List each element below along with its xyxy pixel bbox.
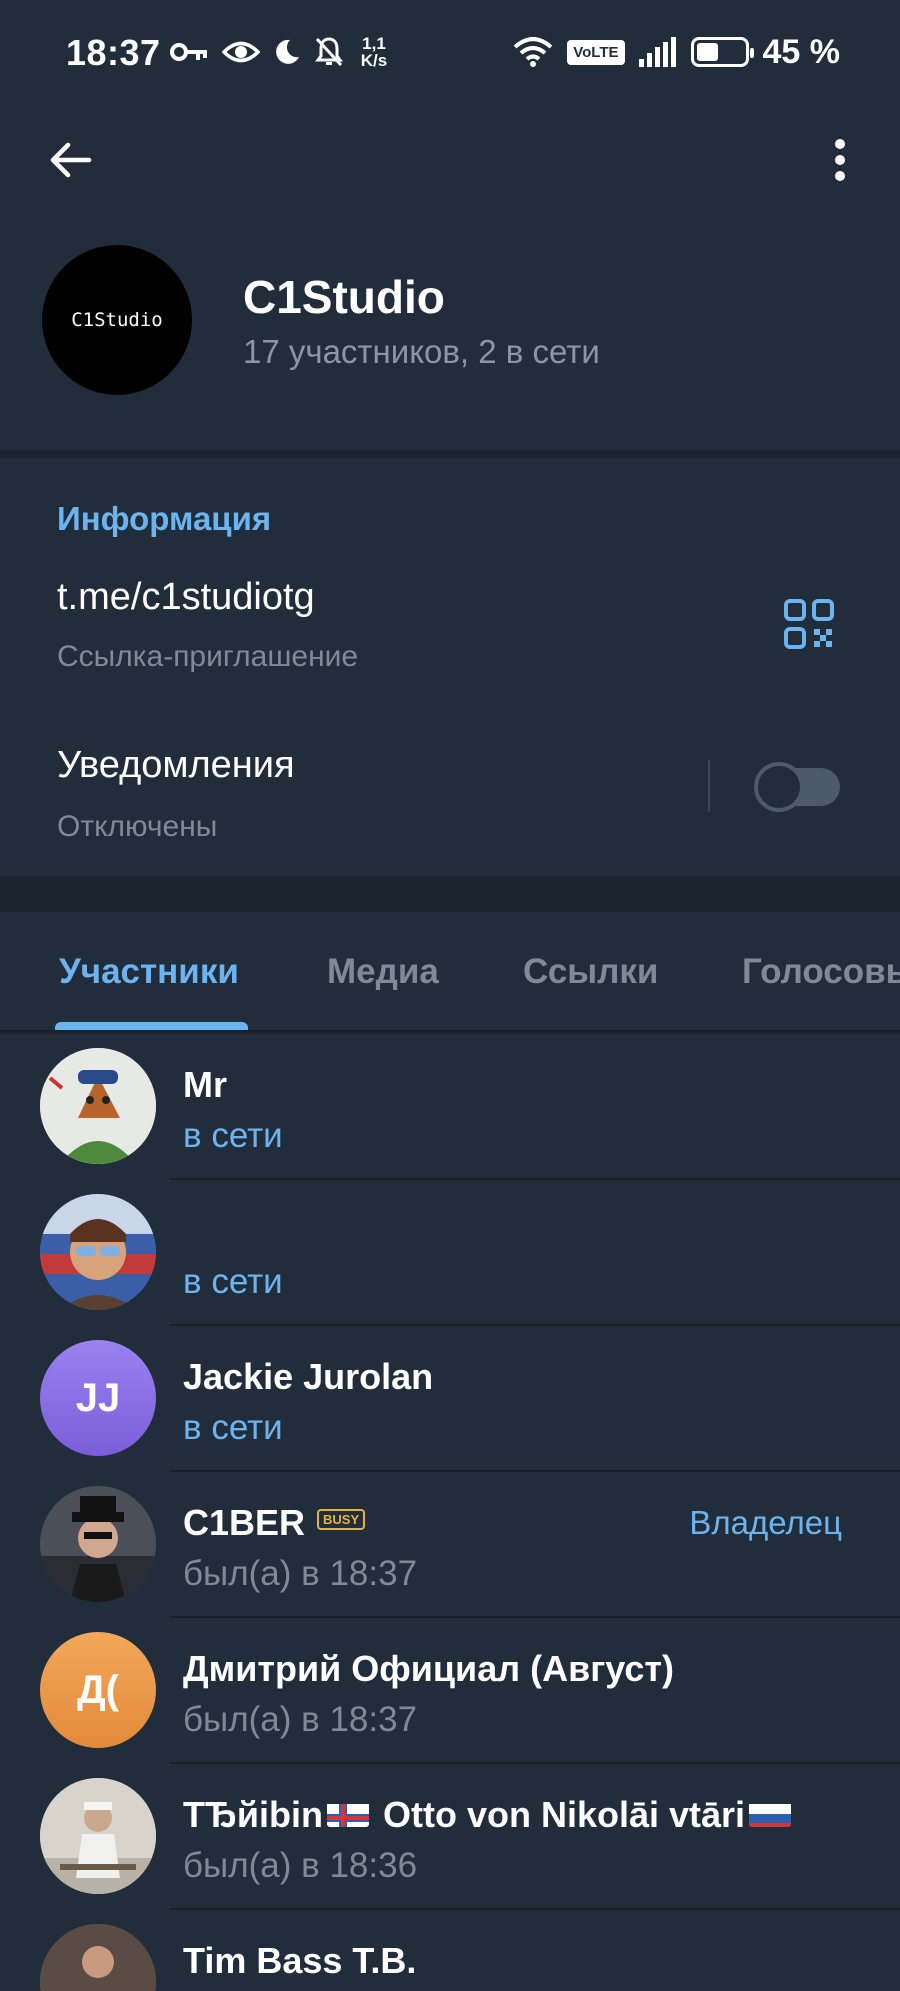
- member-name-part1: TЂйibin: [183, 1794, 323, 1835]
- speed-value: 1,1: [362, 34, 386, 53]
- wifi-icon: [513, 37, 553, 67]
- tab-media[interactable]: Медиа: [327, 952, 439, 992]
- status-bar: 18:37 1,1 K/s VoLTE 45 %: [0, 0, 900, 100]
- avatar: JJ: [40, 1340, 156, 1456]
- member-status: в сети: [183, 1408, 283, 1447]
- qr-code-icon: [784, 599, 834, 649]
- member-name-text: C1BER: [183, 1502, 306, 1543]
- divider: [708, 760, 710, 812]
- volte-icon: VoLTE: [567, 39, 625, 65]
- tab-indicator: [55, 1022, 248, 1030]
- member-status: был(а) в 18:36: [183, 1846, 418, 1885]
- member-name: Tim Bass T.B.: [183, 1940, 417, 1981]
- battery-fill: [696, 43, 718, 61]
- chat-header: 18:37 1,1 K/s VoLTE 45 % C1Studio C1Stud…: [0, 0, 900, 450]
- group-member-count: 17 участников, 2 в сети: [243, 333, 600, 370]
- status-icons-left: 1,1 K/s: [170, 30, 392, 74]
- avatar: [40, 1194, 156, 1310]
- speed-unit: K/s: [360, 51, 388, 70]
- bell-off-icon: [315, 37, 343, 67]
- members-list: Mr в сети в сети JJ Jackie Jurolan в сет…: [0, 1034, 900, 1991]
- member-status: был(а) в 18:37: [183, 1554, 418, 1593]
- vpn-key-icon: [170, 43, 207, 61]
- member-row[interactable]: C1BER BUSY был(а) в 18:37 Владелец: [0, 1472, 900, 1618]
- status-time: 18:37: [66, 32, 161, 73]
- owner-role-label: Владелец: [689, 1504, 842, 1541]
- eye-icon: [222, 41, 260, 63]
- profile-tabs: Участники Медиа Ссылки Голосовые: [0, 912, 900, 1032]
- member-name: Дмитрий Официал (Август): [183, 1648, 674, 1689]
- group-name: C1Studio: [243, 271, 445, 323]
- avatar: Д(: [40, 1632, 156, 1748]
- avatar: [40, 1924, 156, 1991]
- back-button[interactable]: [40, 130, 100, 190]
- member-row[interactable]: Д( Дмитрий Официал (Август) был(а) в 18:…: [0, 1618, 900, 1764]
- busy-badge: BUSY: [317, 1508, 366, 1530]
- member-name-part2: Otto von Nikolāi vtāri: [372, 1794, 746, 1835]
- battery-percent: 45 %: [762, 32, 841, 71]
- tab-links[interactable]: Ссылки: [523, 952, 658, 992]
- bodybuilder-avatar-icon: [40, 1924, 156, 1991]
- member-row[interactable]: Mr в сети: [0, 1034, 900, 1180]
- group-avatar-text: C1Studio: [71, 309, 163, 331]
- faroe-flag-icon: [326, 1799, 369, 1828]
- notifications-label[interactable]: Уведомления: [57, 744, 295, 787]
- moon-icon: [276, 39, 299, 64]
- group-avatar[interactable]: C1Studio: [42, 245, 192, 395]
- qr-code-button[interactable]: [783, 598, 835, 650]
- notifications-status: Отключены: [57, 810, 218, 843]
- avatar: [40, 1048, 156, 1164]
- member-name: C1BER BUSY: [183, 1502, 366, 1544]
- member-row[interactable]: Tim Bass T.B.: [0, 1910, 900, 1991]
- network-speed: 1,1 K/s: [356, 35, 392, 69]
- member-row[interactable]: TЂйibin Otto von Nikolāi vtāri был(а) в …: [0, 1764, 900, 1910]
- tab-voice[interactable]: Голосовые: [742, 952, 900, 992]
- member-status: был(а) в 18:37: [183, 1700, 418, 1739]
- invite-link[interactable]: t.me/c1studiotg: [57, 576, 315, 619]
- avatar: [40, 1778, 156, 1894]
- member-name: Mr: [183, 1064, 227, 1105]
- sailor-avatar-icon: [40, 1778, 156, 1894]
- tab-members[interactable]: Участники: [59, 952, 239, 992]
- info-title: Информация: [57, 500, 272, 537]
- notifications-toggle[interactable]: [754, 762, 840, 812]
- avatar: [40, 1486, 156, 1602]
- status-icons-right: VoLTE 45 %: [513, 30, 840, 74]
- member-status: в сети: [183, 1262, 283, 1301]
- member-status: в сети: [183, 1116, 283, 1155]
- toggle-knob: [754, 762, 804, 812]
- invite-link-label: Ссылка-приглашение: [57, 640, 359, 673]
- man-avatar-icon: [40, 1194, 156, 1310]
- arrow-left-icon: [50, 142, 92, 178]
- member-row[interactable]: JJ Jackie Jurolan в сети: [0, 1326, 900, 1472]
- info-section: Информация t.me/c1studiotg Ссылка-пригла…: [0, 458, 900, 876]
- more-vertical-icon: [835, 139, 845, 181]
- member-name: TЂйibin Otto von Nikolāi vtāri: [183, 1794, 795, 1836]
- dog-avatar-icon: [40, 1048, 156, 1164]
- russia-flag-icon: [749, 1799, 792, 1828]
- member-row[interactable]: в сети: [0, 1180, 900, 1326]
- more-menu-button[interactable]: [810, 130, 870, 190]
- man-hat-avatar-icon: [40, 1486, 156, 1602]
- member-name: Jackie Jurolan: [183, 1356, 434, 1397]
- battery-icon: [690, 37, 754, 67]
- signal-icon: [638, 37, 676, 67]
